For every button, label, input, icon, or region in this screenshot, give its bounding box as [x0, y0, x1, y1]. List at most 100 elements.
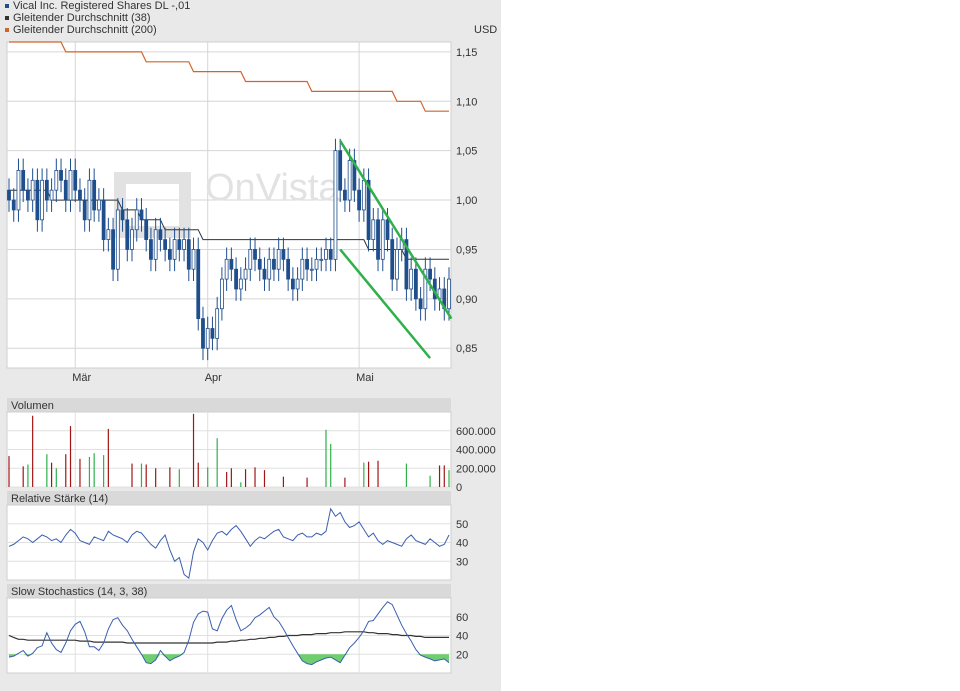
candle-body	[262, 268, 267, 280]
stoch-y-tick-label: 60	[456, 612, 468, 624]
candle-body	[238, 278, 243, 290]
candle-body	[115, 209, 120, 270]
candle-body	[357, 189, 362, 211]
candle-body	[63, 179, 68, 201]
candle-body	[158, 229, 163, 240]
rsi-y-tick-label: 50	[456, 519, 468, 531]
candle-body	[361, 179, 366, 211]
price-y-axis: 1,15 1,10 1,05 1,00 0,95 0,90 0,85	[456, 47, 477, 355]
candle-body	[281, 249, 286, 260]
candle-body	[229, 258, 234, 270]
candle-body	[26, 189, 30, 201]
candle-body	[371, 219, 376, 240]
price-x-tick-label: Apr	[205, 372, 222, 384]
rsi-title: Relative Stärke (14)	[11, 493, 108, 505]
candle-body	[186, 239, 191, 270]
candle-body	[267, 258, 272, 280]
price-x-axis: Mär Apr Mai	[72, 372, 374, 384]
rsi-y-axis: 50 40 30	[456, 519, 468, 569]
candle-body	[163, 239, 168, 250]
candle-body	[40, 179, 45, 221]
candle-body	[418, 298, 423, 310]
candle-body	[300, 258, 305, 280]
candle-body	[201, 318, 205, 349]
candle-body	[376, 219, 380, 260]
candle-body	[96, 199, 101, 211]
candle-body	[319, 258, 324, 261]
candle-body	[153, 229, 158, 260]
candle-body	[290, 278, 295, 290]
candle-body	[347, 160, 352, 201]
price-x-tick-label: Mär	[72, 372, 91, 384]
price-y-tick-label: 1,10	[456, 96, 477, 108]
stoch-title: Slow Stochastics (14, 3, 38)	[11, 586, 147, 598]
candle-body	[390, 239, 395, 280]
candle-body	[343, 189, 347, 201]
currency-label: USD	[474, 24, 497, 36]
watermark-logo: OnVista	[205, 167, 340, 209]
candle-body	[276, 249, 281, 270]
candle-body	[167, 249, 172, 260]
candle-body	[120, 209, 125, 221]
candle-body	[172, 239, 177, 260]
candle-body	[324, 249, 328, 260]
candle-body	[82, 199, 87, 221]
candle-body	[54, 170, 59, 191]
candle-body	[215, 308, 220, 339]
price-y-tick-label: 0,85	[456, 343, 477, 355]
volume-y-axis: 600.000 400.000 200.000 0	[456, 426, 496, 494]
candle-body	[224, 258, 229, 280]
candle-body	[49, 189, 54, 201]
candle-body	[248, 249, 253, 270]
candle-body	[413, 268, 418, 300]
candle-body	[92, 179, 97, 211]
candle-body	[7, 189, 11, 201]
candle-body	[21, 170, 26, 191]
candle-body	[149, 239, 153, 260]
stoch-y-axis: 60 40 20	[456, 612, 468, 662]
candle-body	[182, 239, 186, 250]
rsi-y-tick-label: 30	[456, 556, 468, 568]
stoch-y-tick-label: 20	[456, 649, 468, 661]
volume-header	[7, 398, 451, 412]
candle-body	[191, 249, 196, 270]
candle-body	[243, 268, 248, 280]
candle-body	[125, 219, 130, 250]
candle-body	[305, 258, 309, 270]
candle-body	[111, 229, 115, 270]
volume-y-tick-label: 0	[456, 482, 462, 494]
candle-body	[59, 170, 63, 181]
price-y-tick-label: 0,95	[456, 244, 477, 256]
chart-canvas: OnVista USD 1,15 1,10 1,05 1,00 0,95 0,90 0,85…	[6, 24, 497, 674]
candle-body	[35, 179, 40, 221]
candle-body	[30, 179, 35, 201]
stoch-y-tick-label: 40	[456, 631, 468, 643]
candle-body	[234, 268, 238, 290]
candle-body	[106, 229, 111, 240]
volume-y-tick-label: 600.000	[456, 426, 496, 438]
candle-body	[333, 150, 338, 260]
candle-body	[144, 219, 149, 240]
candle-body	[295, 278, 300, 290]
candle-body	[205, 328, 210, 349]
candle-body	[257, 258, 262, 270]
candle-body	[409, 268, 414, 290]
volume-y-tick-label: 400.000	[456, 445, 496, 457]
price-y-tick-label: 0,90	[456, 294, 477, 306]
candle-body	[428, 268, 432, 280]
candle-body	[101, 199, 106, 240]
price-y-tick-label: 1,05	[456, 146, 477, 158]
price-x-tick-label: Mai	[356, 372, 374, 384]
rsi-y-tick-label: 40	[456, 538, 468, 550]
candle-body	[139, 209, 144, 221]
candle-body	[73, 170, 78, 191]
candle-body	[177, 239, 182, 250]
candle-body	[220, 278, 224, 310]
price-y-tick-label: 1,15	[456, 47, 477, 59]
candle-body	[380, 219, 385, 260]
candle-body	[395, 249, 399, 280]
candle-body	[44, 179, 49, 201]
candle-body	[130, 229, 134, 250]
candle-body	[253, 249, 257, 260]
candle-body	[87, 179, 92, 221]
